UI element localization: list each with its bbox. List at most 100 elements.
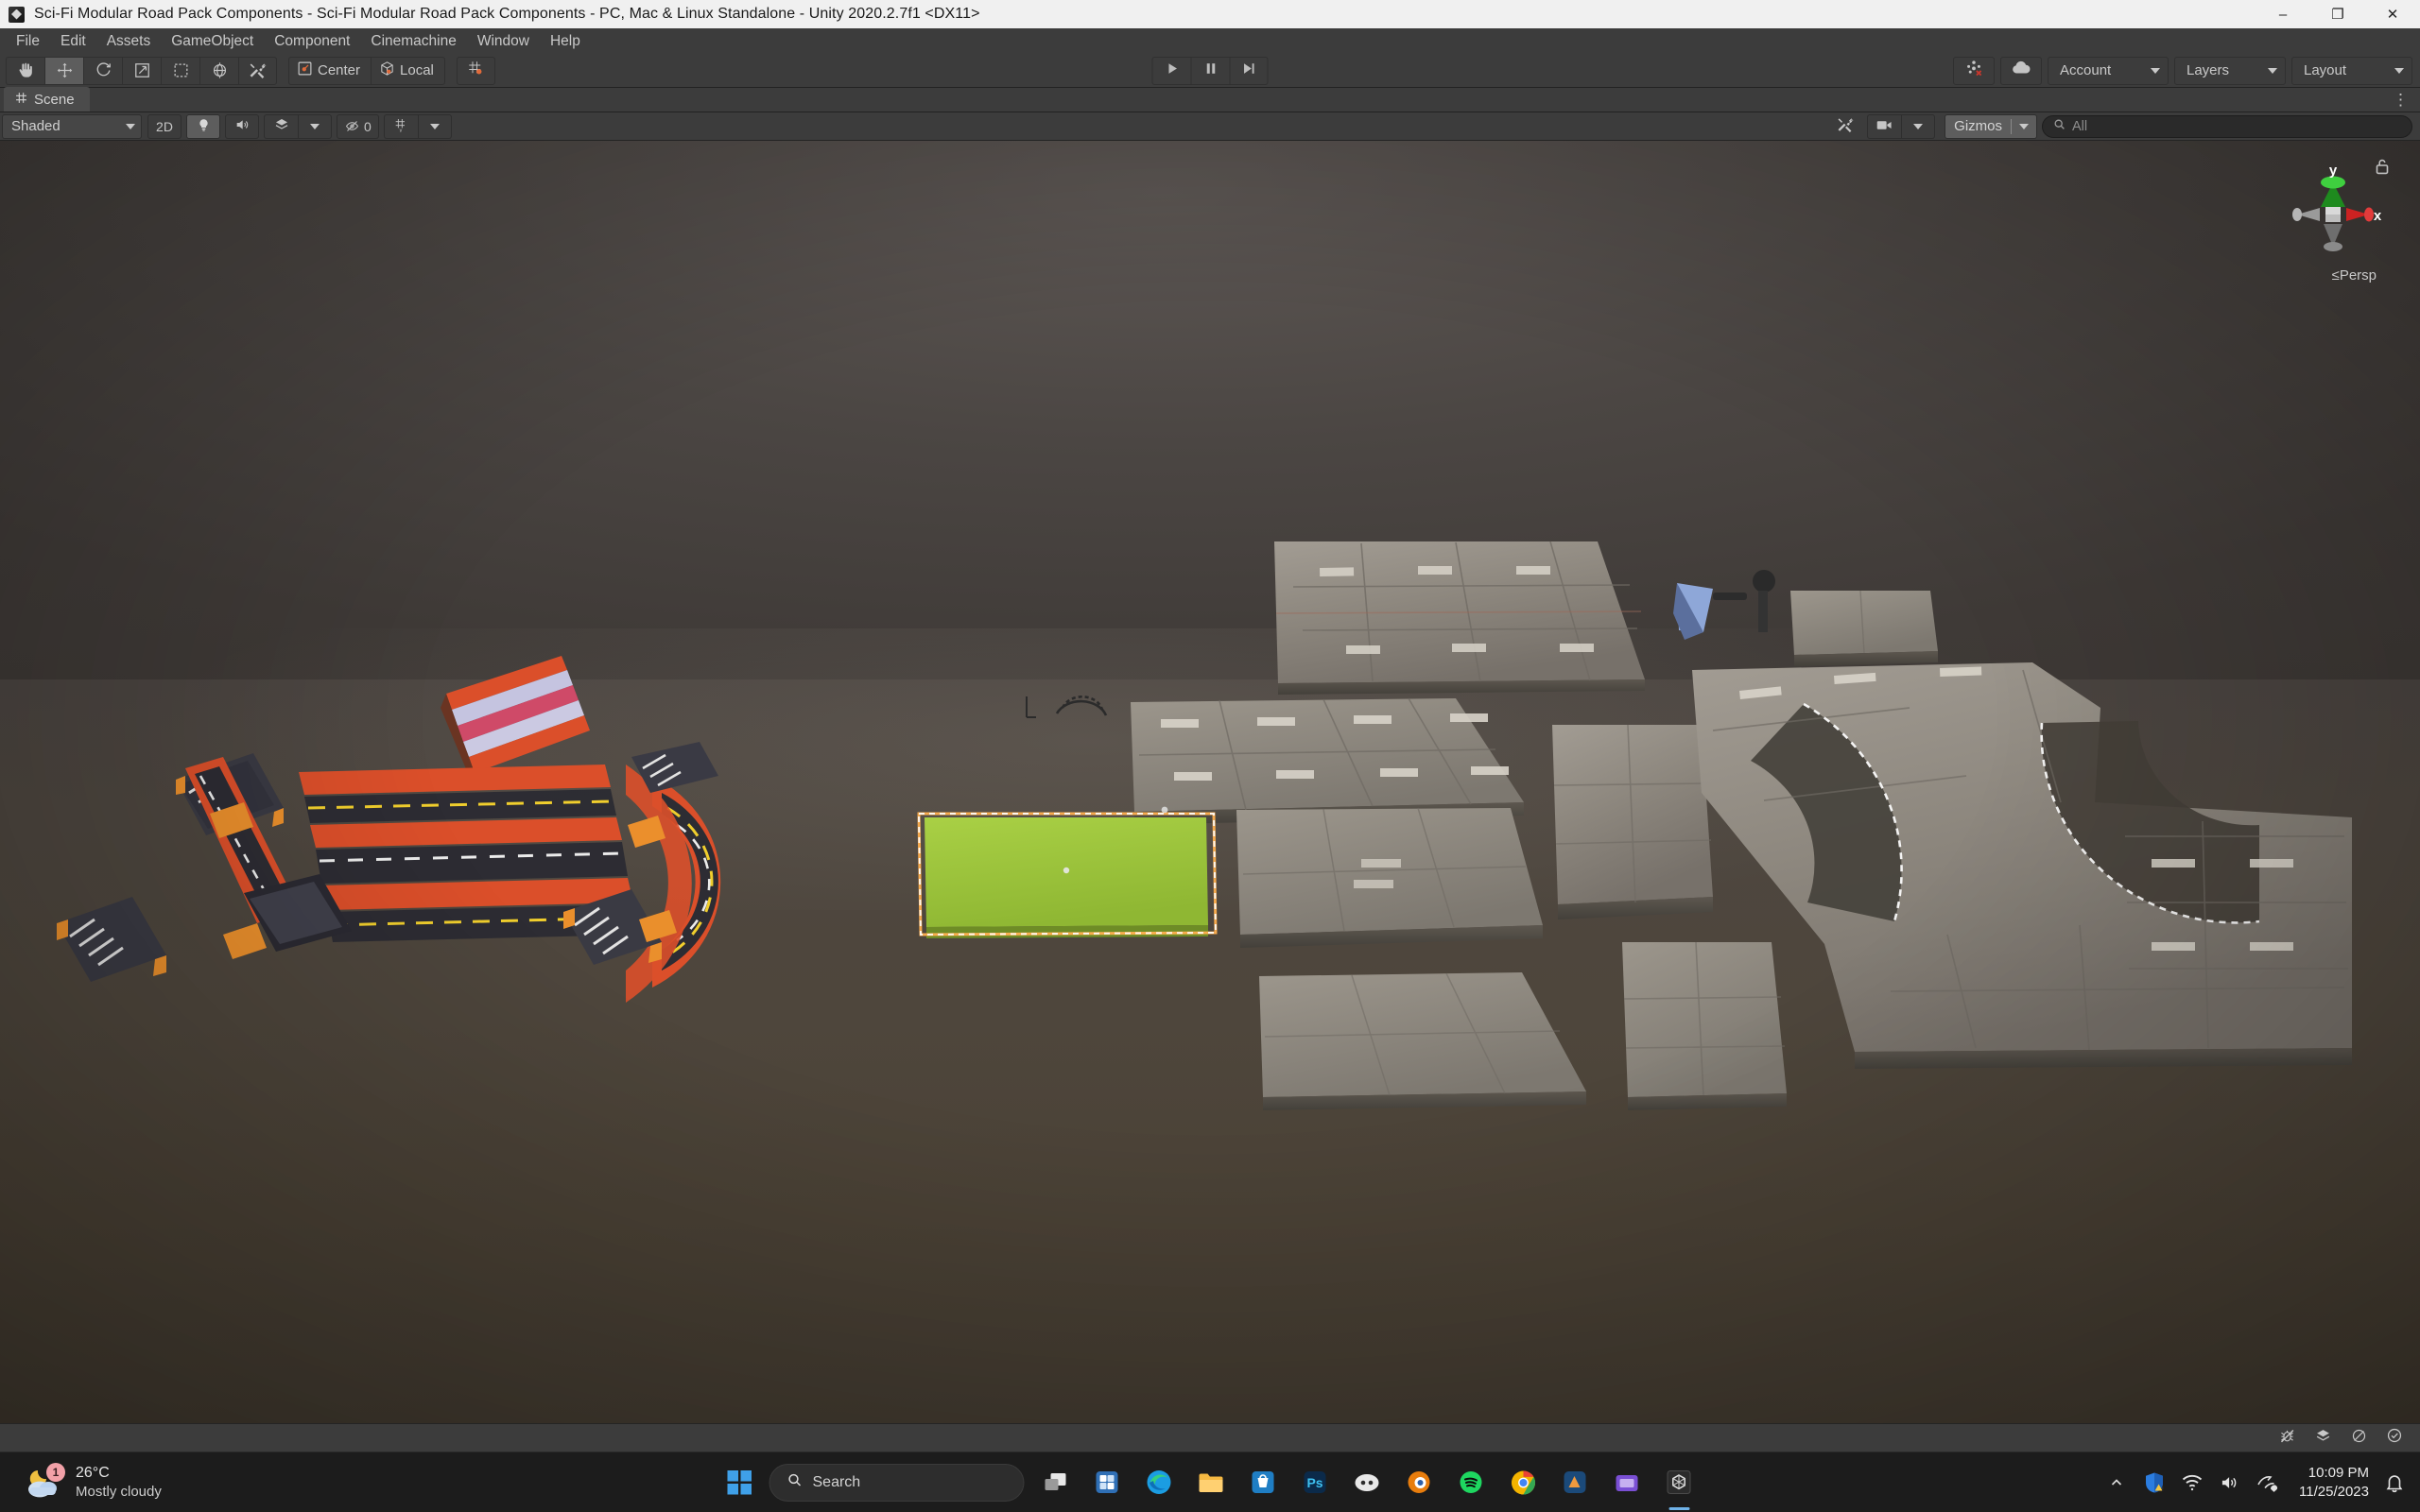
- projection-label[interactable]: ≤Persp: [2332, 267, 2377, 284]
- store-icon[interactable]: [1242, 1461, 1285, 1503]
- scale-tool-button[interactable]: [122, 57, 161, 85]
- start-button[interactable]: [720, 1463, 760, 1503]
- blender-icon[interactable]: [1398, 1461, 1441, 1503]
- error-pause-button[interactable]: [2341, 1427, 2377, 1450]
- wifi-icon[interactable]: [2180, 1470, 2204, 1495]
- menu-item-cinemachine[interactable]: Cinemachine: [360, 28, 466, 54]
- tab-scene-label: Scene: [34, 92, 75, 108]
- draw-mode-dropdown[interactable]: Shaded: [2, 114, 142, 139]
- transform-tool-button[interactable]: [199, 57, 238, 85]
- search-icon: [2053, 118, 2066, 134]
- chevron-down-icon: [126, 124, 135, 129]
- scene-audio-button[interactable]: [225, 114, 259, 139]
- lock-icon[interactable]: [2375, 158, 2390, 180]
- scene-tools-button[interactable]: [1828, 114, 1862, 139]
- collapse-button[interactable]: [2305, 1427, 2341, 1450]
- layers-dropdown[interactable]: Layers: [2174, 57, 2286, 85]
- menu-item-component[interactable]: Component: [264, 28, 360, 54]
- health-icon[interactable]: [2256, 1470, 2280, 1495]
- grid-settings-dropdown[interactable]: [418, 114, 452, 139]
- edge-icon[interactable]: [1138, 1461, 1181, 1503]
- pause-button[interactable]: [1191, 57, 1230, 85]
- scene-viewport[interactable]: y x ≤Persp: [0, 141, 2420, 1423]
- custom-editor-tool-button[interactable]: [238, 57, 277, 85]
- scene-view-gizmo[interactable]: y x ≤Persp: [2282, 156, 2384, 279]
- panel-options-button[interactable]: ⋮: [2393, 91, 2411, 110]
- notifications-bell-icon[interactable]: [2382, 1470, 2407, 1495]
- move-tool-button[interactable]: [44, 57, 83, 85]
- grid-snapping-button[interactable]: [457, 57, 495, 85]
- minimize-button[interactable]: –: [2256, 0, 2310, 28]
- scene-search-field[interactable]: All: [2042, 115, 2412, 138]
- menu-item-assets[interactable]: Assets: [96, 28, 162, 54]
- cloud-button[interactable]: [2000, 57, 2042, 85]
- ready-check-icon: [2386, 1427, 2403, 1449]
- volume-icon[interactable]: [2218, 1470, 2242, 1495]
- scene-tab-bar: Scene ⋮: [0, 88, 2420, 112]
- hand-tool-button[interactable]: [6, 57, 44, 85]
- scene-camera-dropdown[interactable]: [1901, 114, 1935, 139]
- menu-item-file[interactable]: File: [6, 28, 50, 54]
- layout-dropdown[interactable]: Layout: [2291, 57, 2412, 85]
- scene-lighting-button[interactable]: [186, 114, 220, 139]
- chrome-icon[interactable]: [1502, 1461, 1545, 1503]
- grid-visibility-button[interactable]: y: [384, 114, 418, 139]
- chevron-down-icon: [430, 124, 440, 129]
- layers-label: Layers: [2187, 62, 2229, 78]
- menu-item-gameobject[interactable]: GameObject: [161, 28, 264, 54]
- tab-scene[interactable]: Scene: [4, 87, 90, 112]
- menu-item-help[interactable]: Help: [540, 28, 591, 54]
- photoshop-icon[interactable]: Ps: [1294, 1461, 1337, 1503]
- chevron-down-icon: [2394, 68, 2404, 74]
- discord-icon[interactable]: [1346, 1461, 1389, 1503]
- unity-icon[interactable]: [1658, 1461, 1701, 1503]
- effects-count: 0: [364, 119, 372, 134]
- scene-camera-button[interactable]: [1867, 114, 1901, 139]
- onedrive-icon[interactable]: [1606, 1461, 1649, 1503]
- windows-taskbar: 1 26°C Mostly cloudy: [0, 1452, 2420, 1512]
- defender-icon[interactable]: [2142, 1470, 2167, 1495]
- chevron-down-icon: [2019, 124, 2029, 129]
- toggle-2d-button[interactable]: 2D: [147, 114, 182, 139]
- tools-wrench-icon: [249, 61, 267, 79]
- scene-fx-group: [264, 114, 332, 139]
- ready-status-button[interactable]: [2377, 1427, 2412, 1450]
- prop-arch: [1027, 696, 1106, 717]
- weather-widget[interactable]: 1 26°C Mostly cloudy: [0, 1464, 162, 1502]
- widgets-icon[interactable]: [1086, 1461, 1129, 1503]
- menu-item-window[interactable]: Window: [467, 28, 540, 54]
- pivot-mode-button[interactable]: Center: [288, 57, 371, 85]
- substance-icon[interactable]: [1554, 1461, 1597, 1503]
- speaker-icon: [234, 117, 250, 135]
- task-view-icon[interactable]: [1034, 1461, 1077, 1503]
- scale-icon: [133, 61, 151, 79]
- taskbar-search-box[interactable]: Search: [769, 1464, 1025, 1502]
- projection-prefix: ≤: [2332, 267, 2340, 284]
- taskbar-center-group: Search: [720, 1461, 1701, 1503]
- collab-button[interactable]: [1953, 57, 1995, 85]
- account-dropdown[interactable]: Account: [2048, 57, 2169, 85]
- window-controls: – ❐ ✕: [2256, 0, 2420, 28]
- scene-visibility-button[interactable]: 0: [337, 114, 379, 139]
- clear-on-play-button[interactable]: [2269, 1427, 2305, 1450]
- toolbar-right-group: Account Layers Layout: [1953, 57, 2412, 85]
- rotate-tool-button[interactable]: [83, 57, 122, 85]
- menu-item-edit[interactable]: Edit: [50, 28, 96, 54]
- maximize-button[interactable]: ❐: [2310, 0, 2365, 28]
- pivot-rotation-button[interactable]: Local: [371, 57, 445, 85]
- step-button[interactable]: [1230, 57, 1269, 85]
- pause-icon: [1202, 60, 1219, 81]
- spotify-icon[interactable]: [1450, 1461, 1493, 1503]
- close-button[interactable]: ✕: [2365, 0, 2420, 28]
- taskbar-clock[interactable]: 10:09 PM 11/25/2023: [2299, 1464, 2369, 1502]
- gizmos-dropdown[interactable]: [2012, 124, 2036, 129]
- scene-fx-button[interactable]: [264, 114, 298, 139]
- play-button[interactable]: [1152, 57, 1191, 85]
- file-explorer-icon[interactable]: [1190, 1461, 1233, 1503]
- search-icon: [787, 1472, 803, 1492]
- gizmos-button[interactable]: Gizmos: [1945, 114, 2037, 139]
- eye-off-icon: 0: [344, 119, 372, 134]
- scene-fx-dropdown[interactable]: [298, 114, 332, 139]
- tray-chevron-icon[interactable]: [2104, 1470, 2129, 1495]
- rect-tool-button[interactable]: [161, 57, 199, 85]
